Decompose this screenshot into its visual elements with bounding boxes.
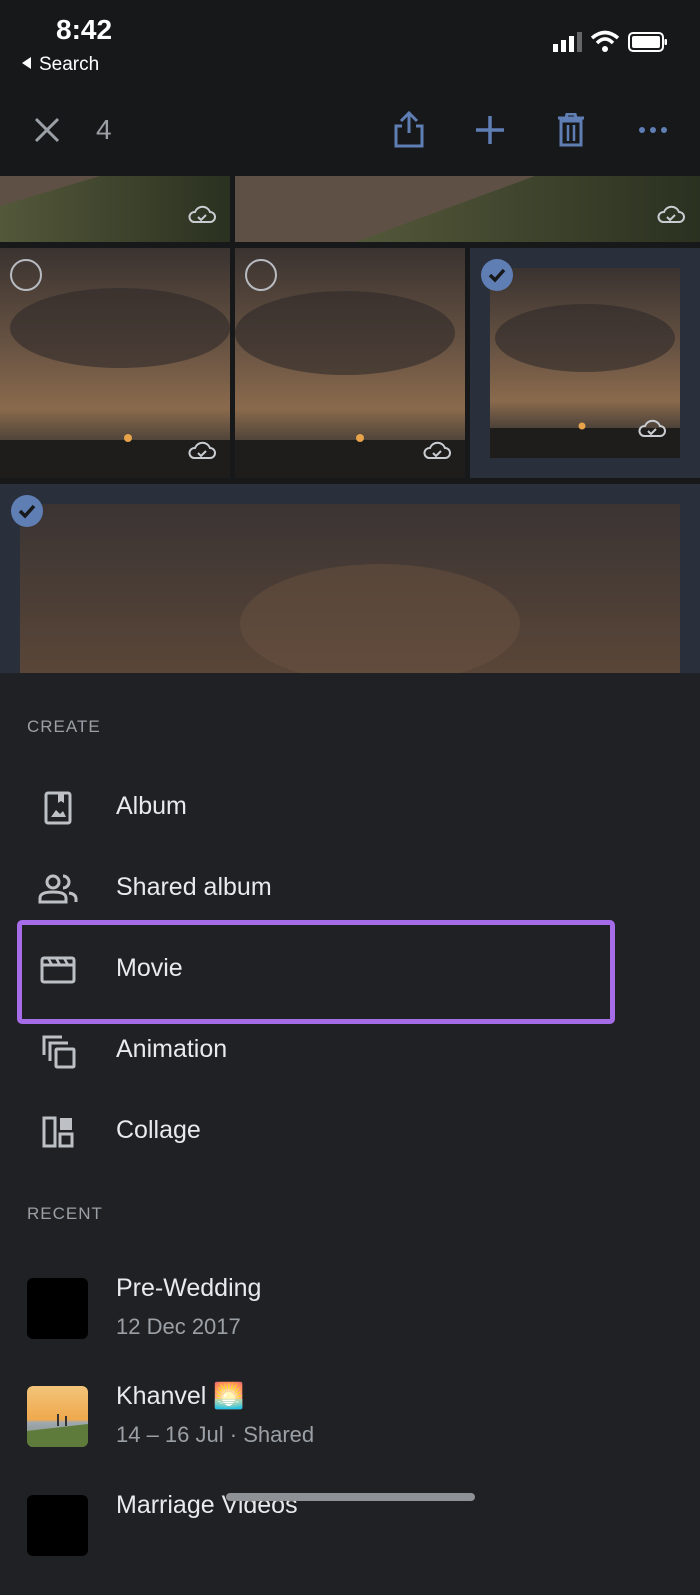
photo-thumbnail-selected[interactable] (470, 248, 700, 478)
check-icon (488, 268, 506, 283)
close-icon (34, 117, 60, 143)
trash-icon (558, 113, 584, 147)
select-circle[interactable] (10, 259, 42, 291)
photo-grid (0, 176, 700, 673)
create-bottom-sheet: CREATE Album Shared album Movie Animatio… (0, 673, 700, 1556)
more-horizontal-icon (639, 127, 667, 133)
recent-album-item[interactable]: Marriage Videos (0, 1491, 700, 1595)
select-circle[interactable] (245, 259, 277, 291)
create-collage-item[interactable]: Collage (0, 1096, 700, 1166)
cloud-backup-icon (638, 419, 666, 437)
create-album-item[interactable]: Album (0, 772, 700, 842)
album-thumbnail (27, 1386, 88, 1447)
recent-album-item[interactable]: Khanvel 🌅 14 – 16 Jul · Shared (0, 1382, 700, 1486)
album-title: Pre-Wedding (116, 1274, 262, 1302)
create-animation-item[interactable]: Animation (0, 1015, 700, 1085)
create-section-title: CREATE (27, 717, 101, 736)
photo-thumbnail[interactable] (0, 248, 230, 478)
back-label: Search (39, 54, 100, 75)
recent-album-item[interactable]: Pre-Wedding 12 Dec 2017 (0, 1274, 700, 1378)
cloud-backup-icon (188, 441, 216, 459)
menu-item-label: Animation (116, 1035, 228, 1063)
album-icon (36, 790, 80, 826)
check-icon (18, 504, 36, 519)
menu-item-label: Album (116, 792, 187, 820)
battery-icon (628, 32, 667, 52)
album-title: Khanvel 🌅 (116, 1382, 245, 1410)
cloud-backup-icon (423, 441, 451, 459)
cloud-backup-icon (657, 205, 685, 223)
share-icon (394, 111, 424, 148)
more-options-button[interactable] (631, 108, 675, 152)
album-thumbnail (27, 1495, 88, 1556)
album-date-shared: 14 – 16 Jul · Shared (116, 1422, 315, 1447)
shared-album-icon (36, 871, 80, 907)
recent-section-title: RECENT (27, 1204, 103, 1223)
menu-item-label: Shared album (116, 873, 272, 901)
selection-toolbar: 4 (0, 88, 700, 176)
back-to-search-link[interactable]: Search (22, 54, 99, 76)
status-time: 8:42 (56, 14, 113, 45)
cellular-signal-icon (553, 32, 582, 52)
share-button[interactable] (387, 108, 431, 152)
movie-highlight-box (17, 920, 615, 1024)
photo-thumbnail-selected[interactable] (0, 484, 700, 673)
selected-count: 4 (96, 114, 112, 145)
create-shared-album-item[interactable]: Shared album (0, 853, 700, 923)
album-thumbnail (27, 1278, 88, 1339)
selected-checkmark[interactable] (11, 495, 43, 527)
wifi-icon (590, 30, 620, 52)
album-date: 12 Dec 2017 (116, 1314, 241, 1339)
home-indicator[interactable] (226, 1493, 475, 1501)
animation-icon (36, 1033, 80, 1069)
menu-item-label: Collage (116, 1116, 201, 1144)
cloud-backup-icon (188, 205, 216, 223)
photo-thumbnail[interactable] (235, 248, 465, 478)
close-selection-button[interactable] (25, 108, 69, 152)
selected-checkmark[interactable] (481, 259, 513, 291)
add-to-button[interactable] (468, 108, 512, 152)
collage-icon (36, 1114, 80, 1150)
photo-thumbnail[interactable] (235, 176, 700, 242)
status-bar: 8:42 Search (0, 0, 700, 88)
delete-button[interactable] (549, 108, 593, 152)
plus-icon (476, 116, 504, 144)
photo-thumbnail[interactable] (0, 176, 230, 242)
back-arrow-icon (22, 57, 31, 69)
